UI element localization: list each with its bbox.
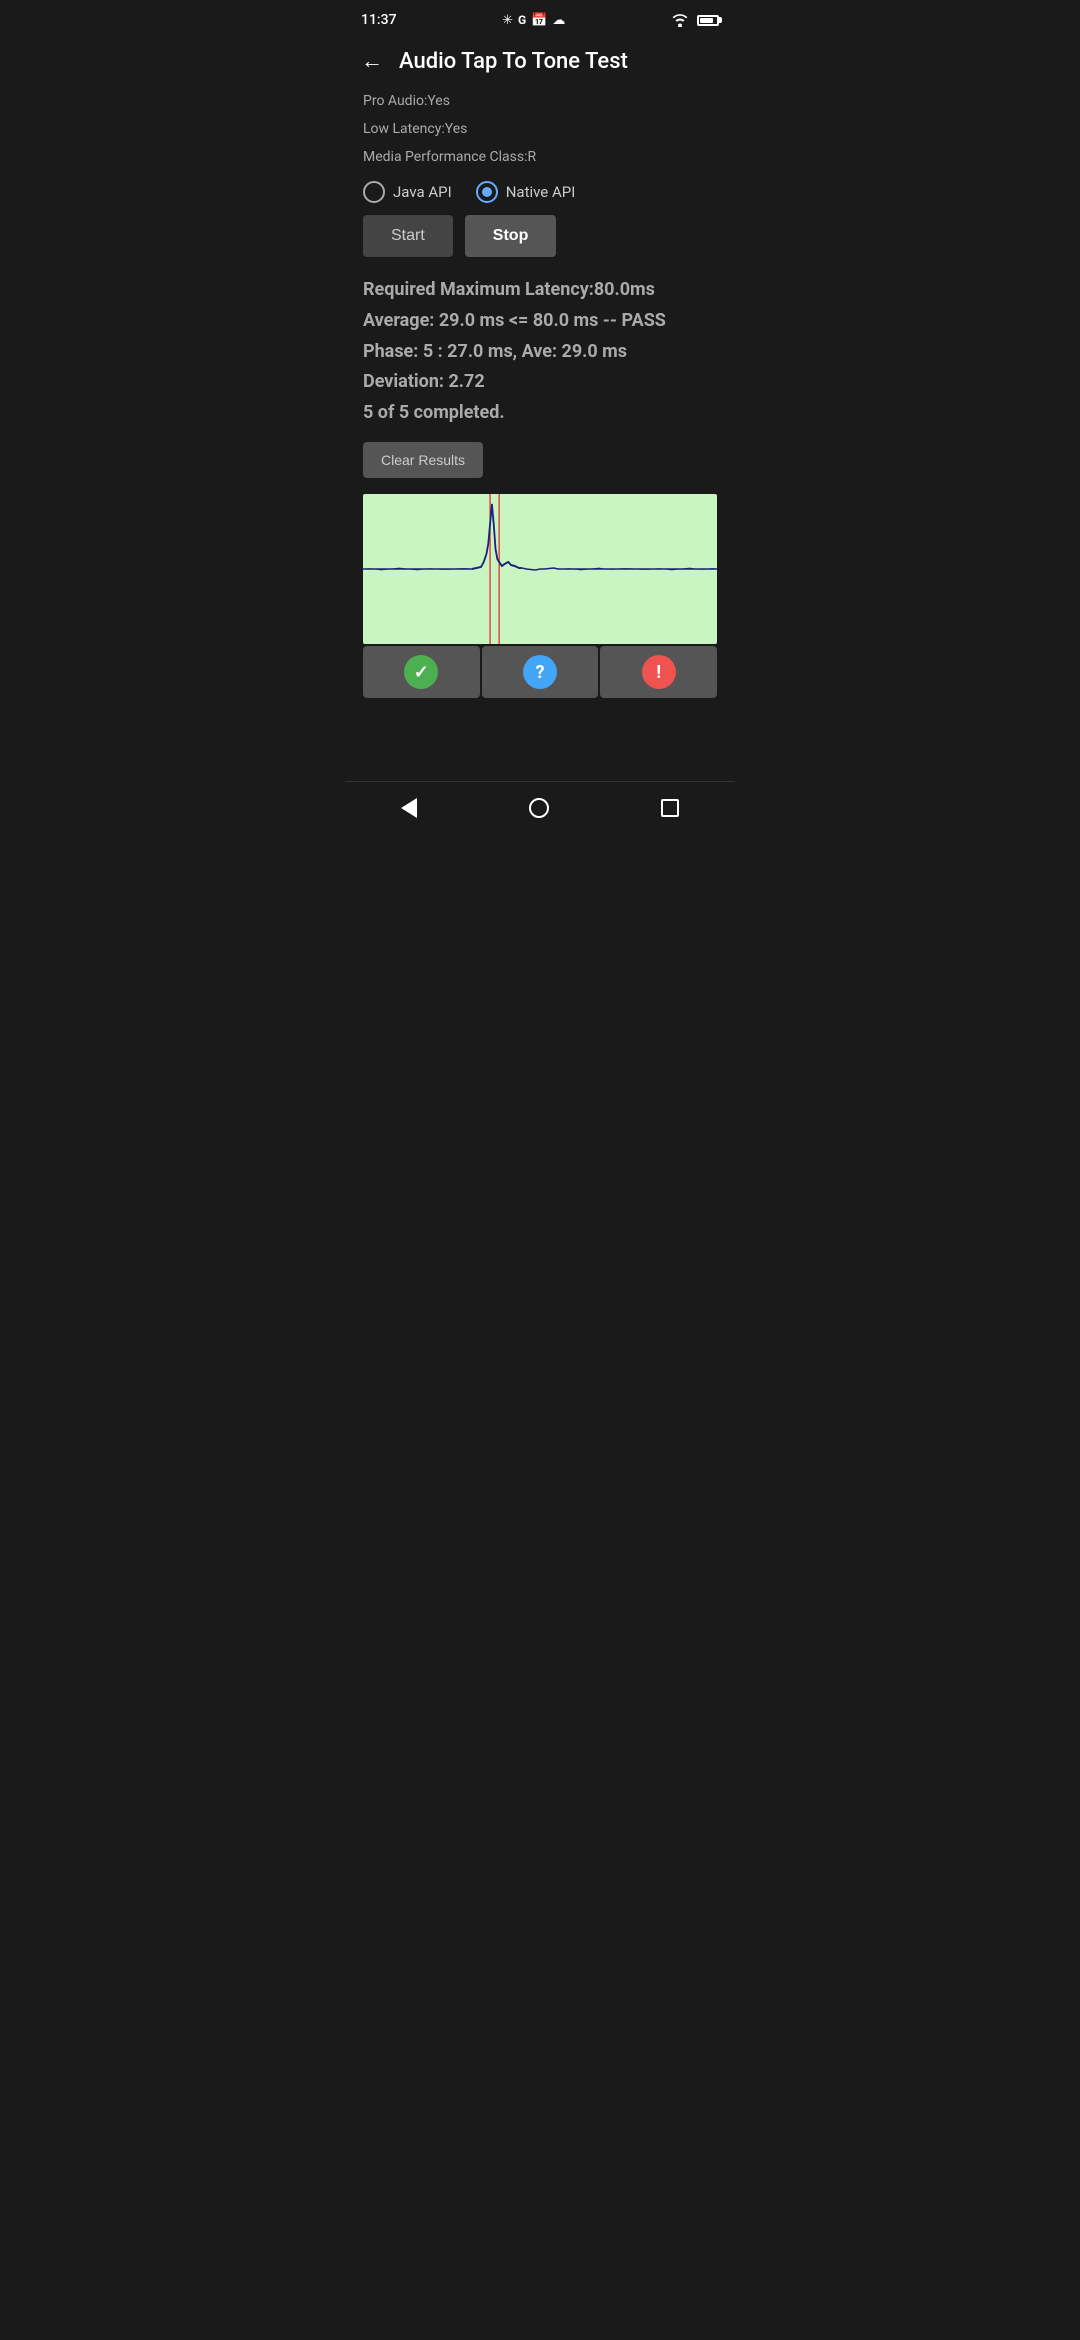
fail-status-button[interactable]: !	[600, 646, 717, 698]
stop-button[interactable]: Stop	[465, 215, 557, 257]
unknown-status-button[interactable]: ?	[482, 646, 599, 698]
waveform-chart	[363, 494, 717, 644]
calendar-icon: 📅	[531, 13, 547, 28]
nav-bar	[345, 781, 735, 844]
low-latency-info: Low Latency:Yes	[363, 118, 717, 142]
start-button[interactable]: Start	[363, 215, 453, 257]
pass-status-button[interactable]: ✓	[363, 646, 480, 698]
exclamation-icon: !	[642, 655, 676, 689]
nav-recents-button[interactable]	[641, 793, 699, 823]
java-api-radio-outer	[363, 181, 385, 203]
cloud-icon: ☁	[552, 13, 565, 28]
spacer	[345, 748, 735, 781]
back-triangle-icon	[401, 798, 417, 818]
result-line3: Phase: 5 : 27.0 ms, Ave: 29.0 ms	[363, 337, 717, 368]
clear-results-button[interactable]: Clear Results	[363, 442, 483, 478]
native-api-label: Native API	[506, 183, 576, 201]
waveform-svg	[363, 494, 717, 644]
google-icon: G	[518, 13, 526, 27]
java-api-radio[interactable]: Java API	[363, 181, 452, 203]
content-area: Pro Audio:Yes Low Latency:Yes Media Perf…	[345, 90, 735, 748]
native-api-radio-outer	[476, 181, 498, 203]
page-title: Audio Tap To Tone Test	[399, 49, 628, 74]
recents-square-icon	[661, 799, 679, 817]
question-icon: ?	[523, 655, 557, 689]
status-left-icons: ✳ G 📅 ☁	[502, 13, 565, 28]
battery-icon	[697, 15, 719, 26]
nav-back-button[interactable]	[381, 792, 437, 824]
pro-audio-info: Pro Audio:Yes	[363, 90, 717, 114]
home-circle-icon	[529, 798, 549, 818]
native-api-radio-inner	[482, 187, 492, 197]
checkmark-icon: ✓	[404, 655, 438, 689]
results-section: Required Maximum Latency:80.0ms Average:…	[363, 275, 717, 428]
result-line1: Required Maximum Latency:80.0ms	[363, 275, 717, 306]
result-line5: 5 of 5 completed.	[363, 398, 717, 429]
control-buttons: Start Stop	[363, 215, 717, 257]
status-time: 11:37	[361, 12, 397, 28]
fan-icon: ✳	[502, 13, 513, 28]
back-button[interactable]: ←	[361, 48, 383, 74]
result-line4: Deviation: 2.72	[363, 367, 717, 398]
java-api-label: Java API	[393, 183, 452, 201]
nav-home-button[interactable]	[509, 792, 569, 824]
status-icon-row: ✓ ? !	[363, 646, 717, 698]
status-right-icons	[671, 13, 719, 27]
status-bar: 11:37 ✳ G 📅 ☁	[345, 0, 735, 36]
native-api-radio[interactable]: Native API	[476, 181, 576, 203]
result-line2: Average: 29.0 ms <= 80.0 ms -- PASS	[363, 306, 717, 337]
wifi-icon	[671, 13, 689, 27]
media-performance-info: Media Performance Class:R	[363, 146, 717, 170]
top-bar: ← Audio Tap To Tone Test	[345, 36, 735, 90]
api-selector: Java API Native API	[363, 181, 717, 203]
